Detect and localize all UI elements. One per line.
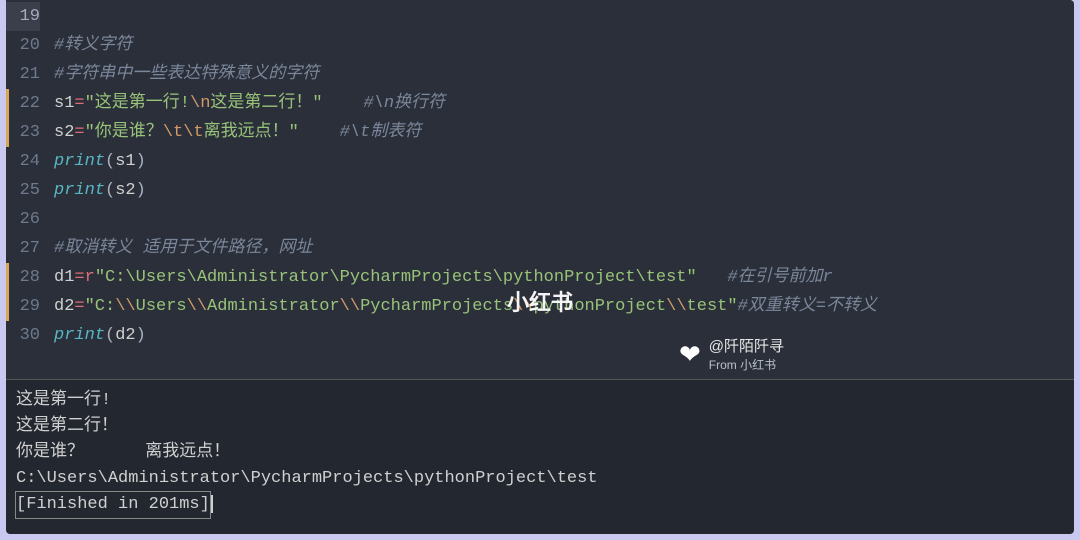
console-line: 这是第二行！: [16, 414, 1064, 440]
code-line[interactable]: print(s1): [54, 147, 1074, 176]
token: \n: [190, 94, 210, 113]
token: [299, 123, 340, 142]
token: #\t制表符: [340, 123, 422, 142]
token: "C:: [85, 297, 116, 316]
token: test": [687, 297, 738, 316]
line-number: 27: [6, 234, 40, 263]
watermark-author: ❤ @阡陌阡寻 From 小红书: [679, 335, 784, 373]
code-line[interactable]: s2="你是谁？\t\t离我远点！" #\t制表符: [54, 118, 1074, 147]
code-line[interactable]: print(d2): [54, 321, 1074, 350]
code-editor[interactable]: 192021222324252627282930 #转义字符 #字符串中一些表达特…: [6, 0, 1074, 380]
token: [697, 268, 728, 287]
token: ): [136, 326, 146, 345]
token: (: [105, 152, 115, 171]
line-number: 24: [6, 147, 40, 176]
watermark-from: From 小红书: [709, 356, 784, 373]
line-number: 30: [6, 321, 40, 350]
token: #取消转义 适用于文件路径，网址: [54, 239, 312, 258]
token: 这是第二行！": [210, 94, 322, 113]
token: =: [74, 123, 84, 142]
token: Administrator: [207, 297, 340, 316]
token: "这是第一行!: [85, 94, 190, 113]
token: s1: [115, 152, 135, 171]
token: #在引号前加r: [727, 268, 832, 287]
token: s2: [115, 181, 135, 200]
token: PycharmProjects: [360, 297, 513, 316]
token: print: [54, 181, 105, 200]
console-line: 这是第一行!: [16, 388, 1064, 414]
output-console[interactable]: 这是第一行!这是第二行！你是谁？ 离我远点！C:\Users\Administr…: [6, 380, 1074, 534]
token: #双重转义=不转义: [738, 297, 877, 316]
console-finished: [Finished in 201ms]: [16, 492, 1064, 518]
token: #转义字符: [54, 36, 132, 55]
token: s2: [54, 123, 74, 142]
token: \t\t: [163, 123, 204, 142]
token: (: [105, 181, 115, 200]
token: \\: [340, 297, 360, 316]
token: [323, 94, 364, 113]
heart-icon: ❤: [679, 339, 701, 370]
token: print: [54, 326, 105, 345]
token: \\: [666, 297, 686, 316]
line-number: 20: [6, 31, 40, 60]
token: ): [136, 152, 146, 171]
token: =: [74, 94, 84, 113]
cursor: [211, 495, 213, 513]
token: s1: [54, 94, 74, 113]
watermark-handle: @阡陌阡寻: [709, 335, 784, 356]
line-number: 23: [6, 118, 40, 147]
code-line[interactable]: [54, 205, 1074, 234]
token: 离我远点！": [204, 123, 299, 142]
code-line[interactable]: #取消转义 适用于文件路径，网址: [54, 234, 1074, 263]
token: d1: [54, 268, 74, 287]
token: ): [136, 181, 146, 200]
line-number: 26: [6, 205, 40, 234]
token: \\: [187, 297, 207, 316]
line-gutter: 192021222324252627282930: [6, 0, 46, 379]
token: =: [74, 268, 84, 287]
code-line[interactable]: print(s2): [54, 176, 1074, 205]
token: #\n换行符: [363, 94, 445, 113]
token: #字符串中一些表达特殊意义的字符: [54, 65, 319, 84]
token: Users: [136, 297, 187, 316]
line-number: 25: [6, 176, 40, 205]
code-line[interactable]: #转义字符: [54, 31, 1074, 60]
token: \\: [115, 297, 135, 316]
line-number: 21: [6, 60, 40, 89]
token: print: [54, 152, 105, 171]
watermark-center: 小红书: [507, 285, 573, 317]
line-number: 19: [6, 2, 40, 31]
token: d2: [115, 326, 135, 345]
token: r: [85, 268, 95, 287]
token: d2: [54, 297, 74, 316]
console-line: 你是谁？ 离我远点！: [16, 440, 1064, 466]
token: "C:\Users\Administrator\PycharmProjects\…: [95, 268, 697, 287]
line-number: 28: [6, 263, 40, 292]
code-line[interactable]: [54, 2, 1074, 31]
console-line: C:\Users\Administrator\PycharmProjects\p…: [16, 466, 1064, 492]
code-line[interactable]: #字符串中一些表达特殊意义的字符: [54, 60, 1074, 89]
token: =: [74, 297, 84, 316]
token: "你是谁？: [85, 123, 163, 142]
code-line[interactable]: s1="这是第一行!\n这是第二行！" #\n换行符: [54, 89, 1074, 118]
line-number: 29: [6, 292, 40, 321]
code-area[interactable]: #转义字符#字符串中一些表达特殊意义的字符s1="这是第一行!\n这是第二行！"…: [46, 0, 1074, 379]
token: (: [105, 326, 115, 345]
line-number: 22: [6, 89, 40, 118]
